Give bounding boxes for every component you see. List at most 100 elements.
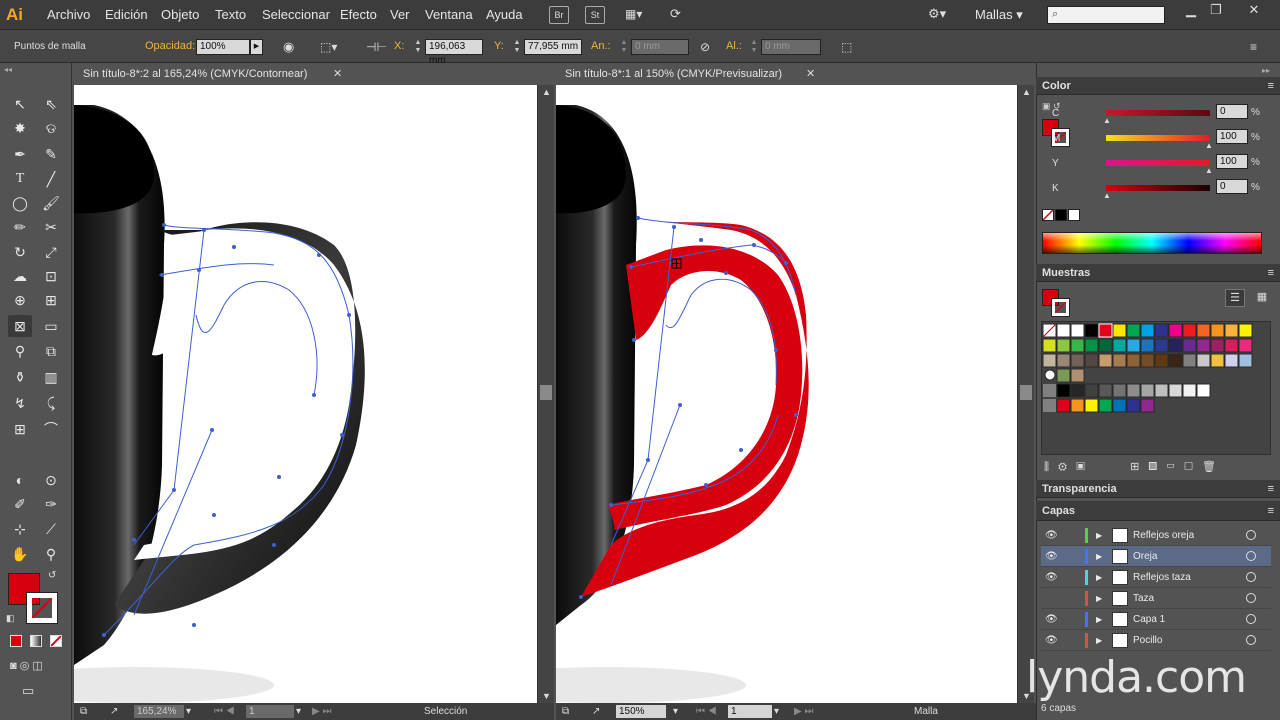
- opacity-label[interactable]: Opacidad:: [145, 30, 195, 63]
- warp-tool-icon[interactable]: ☁: [8, 265, 32, 287]
- next-artboard-left-icon[interactable]: ▶ ⏭: [312, 703, 331, 720]
- ruler-tool-icon[interactable]: ⟋: [39, 518, 63, 540]
- menu-ayuda[interactable]: Ayuda: [486, 0, 523, 30]
- control-panel-menu-icon[interactable]: ≡: [1250, 39, 1266, 55]
- black-slider[interactable]: [1106, 185, 1210, 191]
- target-circle-icon[interactable]: [1246, 593, 1256, 603]
- blend-tool-icon[interactable]: ⧉: [39, 340, 63, 362]
- transparency-panel-header[interactable]: Transparencia ≡: [1036, 480, 1280, 498]
- cyan-value[interactable]: 0: [1216, 104, 1248, 119]
- tab-document-2[interactable]: Sin título-8*:2 al 165,24% (CMYK/Contorn…: [74, 63, 336, 85]
- menu-ver[interactable]: Ver: [390, 0, 410, 30]
- artboard-dropdown-right-icon[interactable]: ▾: [774, 703, 779, 720]
- layer-name[interactable]: Pocillo: [1133, 630, 1162, 651]
- x-stepper[interactable]: ▲ ▼: [413, 39, 423, 55]
- artboard-field-left[interactable]: 1: [246, 705, 294, 718]
- none-mode-icon[interactable]: [50, 635, 62, 647]
- pen-variant-tool-icon[interactable]: ✐: [8, 493, 32, 515]
- zoom-field-right[interactable]: 150%: [616, 705, 666, 718]
- visibility-eye-icon[interactable]: 👁: [1045, 609, 1058, 630]
- first-artboard-left-icon[interactable]: ⏮ ◀: [214, 703, 235, 720]
- target-circle-icon[interactable]: [1246, 614, 1256, 624]
- scroll-up-right-icon[interactable]: ▲: [1018, 87, 1035, 97]
- yellow-slider-thumb-icon[interactable]: ▲: [1205, 166, 1213, 175]
- magenta-slider[interactable]: [1106, 135, 1210, 141]
- transparency-panel-menu-icon[interactable]: ≡: [1268, 480, 1274, 498]
- shape-builder-tool-icon[interactable]: ⊕: [8, 289, 32, 311]
- scrollbar-right-document[interactable]: ▲ ▼: [1017, 85, 1034, 703]
- color-panel-menu-icon[interactable]: ≡: [1268, 77, 1274, 95]
- layer-row[interactable]: ▶ Taza: [1041, 588, 1271, 609]
- gpu-performance-icon[interactable]: ⟳: [670, 6, 690, 24]
- tab-document-1[interactable]: Sin título-8*:1 al 150% (CMYK/Previsuali…: [556, 63, 804, 85]
- canvas-preview[interactable]: [556, 85, 1017, 703]
- shaper-tool-icon[interactable]: ◐: [8, 469, 32, 491]
- workspace-switcher[interactable]: Mallas ▾: [975, 0, 1023, 30]
- layer-row[interactable]: 👁 ▶ Reflejos oreja: [1041, 525, 1271, 546]
- menu-texto[interactable]: Texto: [215, 0, 246, 30]
- scroll-thumb-right[interactable]: [1020, 385, 1032, 400]
- white-color-swatch[interactable]: [1068, 209, 1080, 221]
- scale-tool-icon[interactable]: ⤢: [39, 241, 63, 263]
- layer-row[interactable]: 👁 ▶ Oreja: [1041, 546, 1271, 567]
- paintbrush-tool-icon[interactable]: 🖌: [39, 192, 63, 214]
- expand-triangle-icon[interactable]: ▶: [1096, 525, 1102, 546]
- layer-name[interactable]: Reflejos taza: [1133, 567, 1191, 588]
- layer-name[interactable]: Capa 1: [1133, 609, 1165, 630]
- expand-triangle-icon[interactable]: ▶: [1096, 567, 1102, 588]
- expand-triangle-icon[interactable]: ▶: [1096, 609, 1102, 630]
- layer-row[interactable]: 👁 ▶ Reflejos taza: [1041, 567, 1271, 588]
- layer-row[interactable]: 👁 ▶ Capa 1: [1041, 609, 1271, 630]
- menu-ventana[interactable]: Ventana: [425, 0, 473, 30]
- visibility-eye-icon[interactable]: 👁: [1045, 567, 1058, 588]
- none-color-swatch[interactable]: [1042, 209, 1054, 221]
- color-panel-header[interactable]: Color ≡: [1036, 77, 1280, 95]
- mesh-tool-icon[interactable]: ⊠: [8, 315, 32, 337]
- pencil-tool-icon[interactable]: ✏: [8, 216, 32, 238]
- minimize-icon[interactable]: ▁: [1180, 2, 1202, 18]
- swatches-panel-menu-icon[interactable]: ≡: [1268, 264, 1274, 282]
- collapse-arrows-icon[interactable]: ◂◂: [4, 65, 12, 74]
- first-artboard-right-icon[interactable]: ⏮ ◀: [696, 703, 717, 720]
- hand-tool-icon[interactable]: ✋: [8, 543, 32, 565]
- visibility-eye-icon[interactable]: 👁: [1045, 525, 1058, 546]
- column-graph-tool-icon[interactable]: ▥: [39, 366, 63, 388]
- menu-archivo[interactable]: Archivo: [47, 0, 90, 30]
- menu-objeto[interactable]: Objeto: [161, 0, 199, 30]
- opacity-popup-arrow[interactable]: ▶: [250, 39, 263, 55]
- layer-name[interactable]: Reflejos oreja: [1133, 525, 1194, 546]
- scrollbar-left-document[interactable]: ▲ ▼: [537, 85, 554, 703]
- menu-efecto[interactable]: Efecto: [340, 0, 377, 30]
- slice-tool-icon[interactable]: ⤹: [39, 392, 63, 414]
- next-artboard-right-icon[interactable]: ▶ ⏭: [794, 703, 813, 720]
- eraser-tool-icon[interactable]: ⌒: [39, 418, 63, 440]
- close-icon[interactable]: ✕: [1243, 2, 1265, 18]
- target-circle-icon[interactable]: [1246, 572, 1256, 582]
- zoom-field-left[interactable]: 165,24%: [134, 705, 184, 718]
- color-spectrum[interactable]: [1042, 232, 1262, 254]
- measure-tool-icon[interactable]: ✑: [39, 493, 63, 515]
- layer-name[interactable]: Taza: [1133, 588, 1154, 609]
- x-field[interactable]: 196,063 mm: [425, 39, 483, 66]
- menu-edicion[interactable]: Edición: [105, 0, 148, 30]
- status-left-view-icon[interactable]: ⧉: [80, 703, 87, 720]
- zoom-dropdown-left-icon[interactable]: ▾: [186, 703, 191, 720]
- cyan-slider[interactable]: [1106, 110, 1210, 116]
- isolate-icon[interactable]: ⬚: [841, 39, 857, 55]
- default-colors-icon[interactable]: ◧: [6, 613, 15, 624]
- target-circle-icon[interactable]: [1246, 530, 1256, 540]
- thumbnail-view-icon[interactable]: ▦: [1252, 289, 1272, 307]
- sync-settings-icon[interactable]: ⚙▾: [928, 6, 952, 24]
- swatches-panel-header[interactable]: Muestras ≡: [1036, 264, 1280, 282]
- symbol-sprayer-tool-icon[interactable]: ⚱: [8, 366, 32, 388]
- gradient-tool-icon[interactable]: ▭: [39, 315, 63, 337]
- lasso-tool-icon[interactable]: ଡ: [39, 117, 63, 139]
- gradient-mode-icon[interactable]: [30, 635, 42, 647]
- status-tool-right[interactable]: Malla: [914, 703, 938, 720]
- pen-tool-icon[interactable]: ✒: [8, 143, 32, 165]
- rotate-tool-icon[interactable]: ↻: [8, 241, 32, 263]
- artboard-field-right[interactable]: 1: [728, 705, 772, 718]
- expand-triangle-icon[interactable]: ▶: [1096, 546, 1102, 567]
- status-right-view-icon[interactable]: ⧉: [562, 703, 569, 720]
- artboard-tool-icon[interactable]: ⊞: [8, 418, 32, 440]
